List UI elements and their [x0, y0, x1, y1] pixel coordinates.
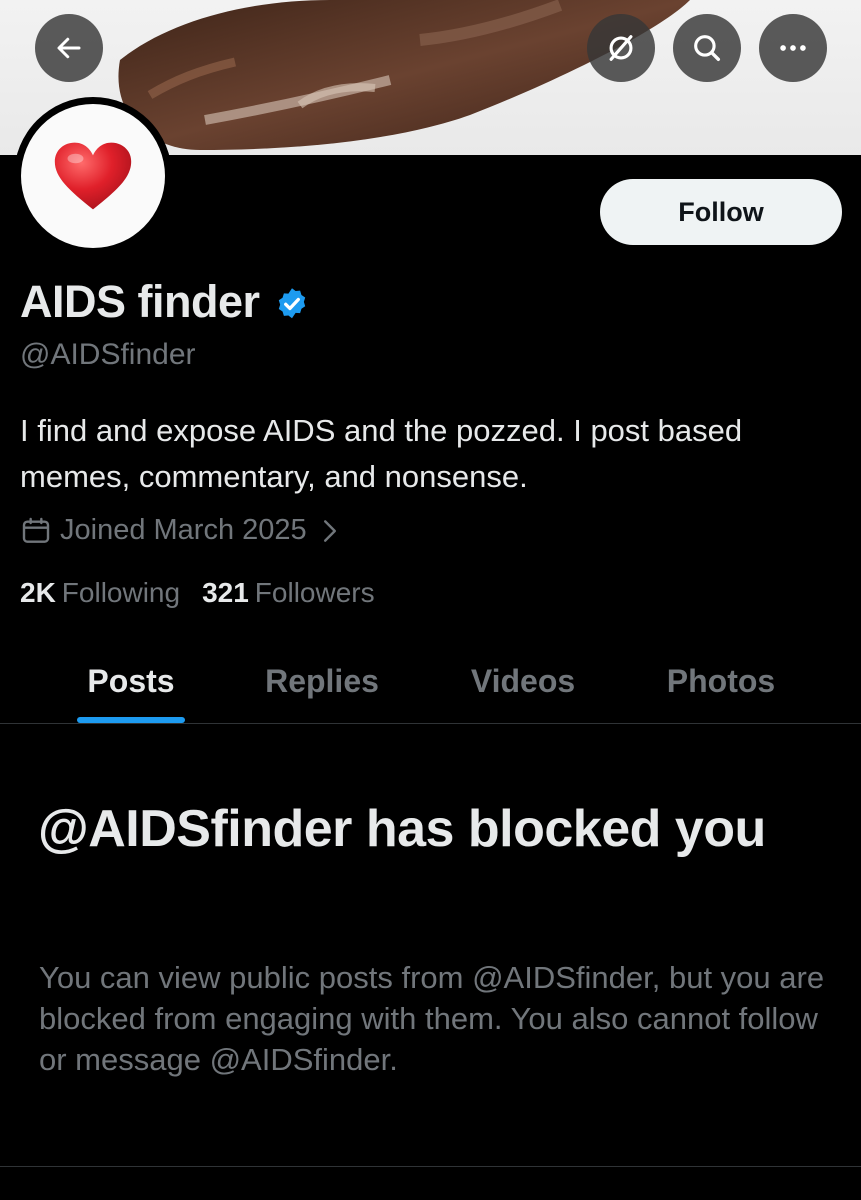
profile-handle: @AIDSfinder [20, 338, 196, 371]
more-horizontal-icon [780, 45, 806, 51]
follow-button[interactable]: Follow [600, 179, 842, 245]
following-count: 2K [20, 577, 56, 608]
display-name-row: AIDS finder [20, 276, 310, 328]
profile-avatar[interactable] [14, 97, 172, 255]
profile-tabs: Posts Replies Videos Photos [0, 640, 861, 724]
tab-replies[interactable]: Replies [222, 640, 422, 723]
active-tab-indicator [77, 717, 185, 723]
search-icon [694, 35, 721, 62]
verified-badge-icon[interactable] [274, 286, 310, 322]
avatar-image [21, 104, 165, 248]
back-button[interactable] [35, 14, 103, 82]
display-name: AIDS finder [20, 276, 260, 327]
followers-count: 321 [202, 577, 249, 608]
grok-button[interactable] [587, 14, 655, 82]
following-stat[interactable]: 2K Following [20, 577, 180, 609]
tab-posts[interactable]: Posts [30, 640, 232, 723]
tab-photos[interactable]: Photos [621, 640, 821, 723]
followers-label: Followers [254, 577, 375, 608]
more-button[interactable] [759, 14, 827, 82]
tab-videos[interactable]: Videos [423, 640, 623, 723]
followers-stat[interactable]: 321 Followers [202, 577, 375, 609]
grok-icon [609, 35, 633, 61]
follow-stats: 2K Following 321 Followers [20, 577, 375, 609]
joined-text: Joined March 2025 [60, 514, 307, 546]
arrow-left-icon [57, 37, 81, 59]
calendar-icon [22, 517, 50, 543]
profile-bio: I find and expose AIDS and the pozzed. I… [20, 413, 743, 494]
search-button[interactable] [673, 14, 741, 82]
chevron-right-icon [323, 519, 336, 542]
divider [0, 1166, 861, 1167]
joined-date[interactable]: Joined March 2025 [20, 514, 339, 547]
red-heart-icon [54, 142, 132, 210]
blocked-title: @AIDSfinder has blocked you [38, 800, 766, 858]
following-label: Following [61, 577, 181, 608]
blocked-description: You can view public posts from @AIDSfind… [39, 960, 825, 1077]
